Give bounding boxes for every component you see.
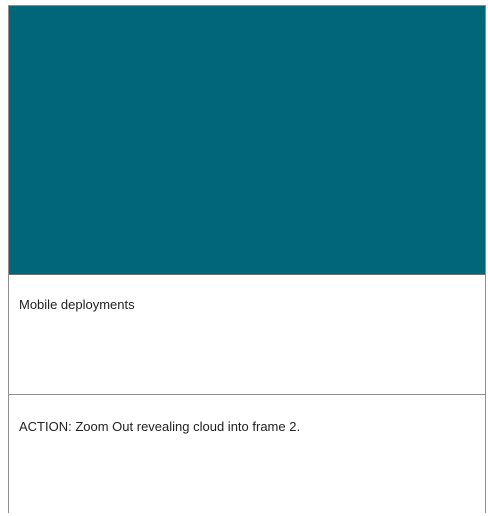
- caption-text: Mobile deployments: [19, 297, 135, 312]
- frame-image-placeholder: [9, 6, 485, 275]
- action-panel: ACTION: Zoom Out revealing cloud into fr…: [9, 395, 485, 513]
- storyboard-card: Mobile deployments ACTION: Zoom Out reve…: [8, 5, 486, 513]
- caption-panel: Mobile deployments: [9, 275, 485, 395]
- action-text: ACTION: Zoom Out revealing cloud into fr…: [19, 419, 301, 434]
